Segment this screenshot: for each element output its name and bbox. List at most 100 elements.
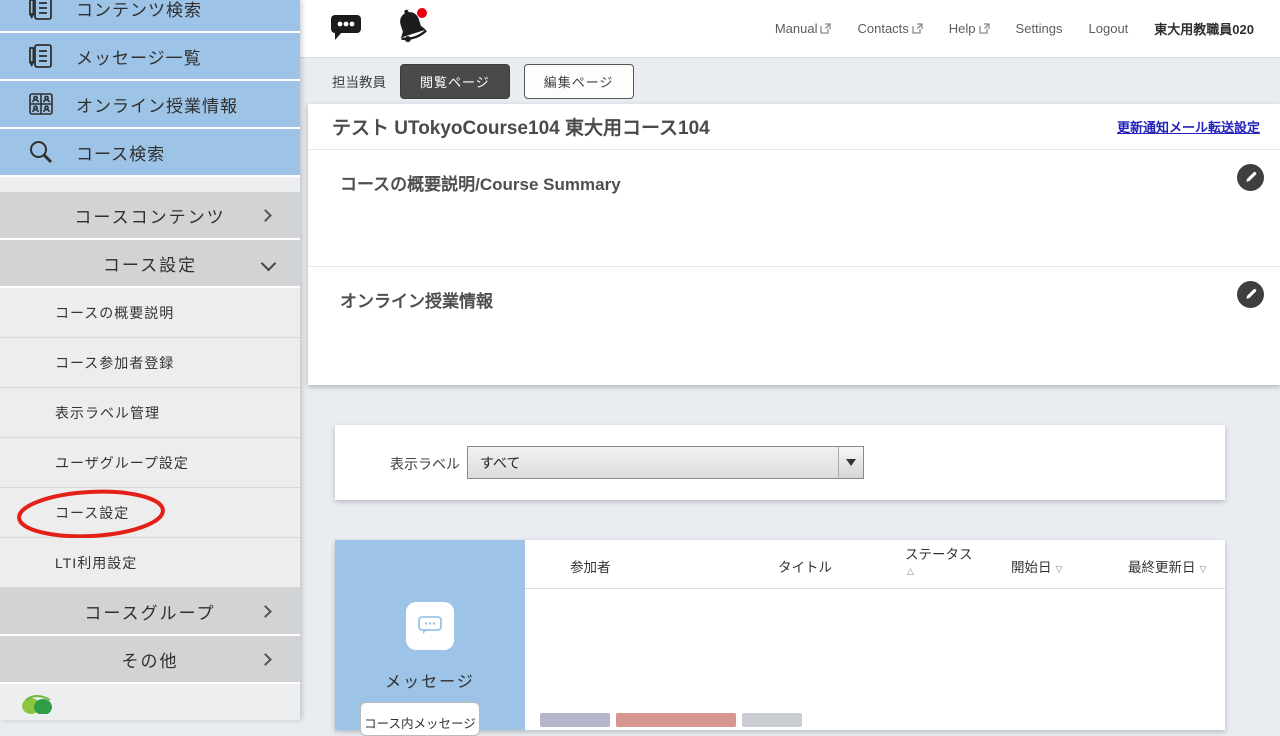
link-label: Contacts	[857, 21, 908, 36]
chevron-down-icon	[261, 256, 277, 272]
sidebar-item-course-search[interactable]: コース検索	[0, 129, 300, 177]
sidebar-item-label: コース検索	[76, 140, 165, 165]
chevron-right-icon	[259, 653, 272, 666]
subitem-label: ユーザグループ設定	[55, 453, 189, 473]
topbar-links: Manual Contacts Help Settings Logout 東大用…	[775, 19, 1280, 38]
course-title: テスト UTokyoCourse104 東大用コース104	[332, 113, 710, 140]
caret-down-icon	[846, 459, 856, 466]
sidebar-item-content-search[interactable]: コンテンツ検索	[0, 0, 300, 33]
subitem-label: LTI利用設定	[55, 553, 137, 573]
current-username: 東大用教職員020	[1154, 19, 1254, 38]
link-label: Manual	[775, 21, 818, 36]
sort-asc-icon[interactable]: △	[907, 564, 973, 578]
manual-link[interactable]: Manual	[775, 21, 832, 36]
sidebar-section-course-contents[interactable]: コースコンテンツ	[0, 192, 300, 240]
display-label-filter-panel: 表示ラベル すべて	[335, 425, 1225, 500]
chevron-right-icon	[259, 209, 272, 222]
course-panel: テスト UTokyoCourse104 東大用コース104 更新通知メール転送設…	[308, 104, 1280, 385]
header-label: 開始日	[1011, 560, 1052, 575]
sidebar-item-label: メッセージ一覧	[76, 44, 202, 69]
sidebar-item-label: オンライン授業情報	[76, 92, 238, 117]
message-table-panel: メッセージ コース内メッセージ 参加者 タイトル ステータス △ 開始日 ▽ 最終…	[335, 540, 1225, 730]
sidebar-subitem-participant-registration[interactable]: コース参加者登録	[0, 338, 300, 388]
online-class-info-heading: オンライン授業情報	[340, 287, 1280, 312]
header-label: 最終更新日	[1128, 560, 1196, 575]
subitem-label: 表示ラベル管理	[55, 403, 160, 423]
clipped-row-artifact	[540, 713, 870, 730]
sidebar-item-label: コンテンツ検索	[76, 0, 202, 21]
sidebar-section-others[interactable]: その他	[0, 636, 300, 684]
table-header-divider	[525, 588, 1225, 589]
document-list-icon	[26, 0, 56, 23]
messages-bubble-icon[interactable]	[328, 9, 364, 48]
participants-grid-icon	[26, 89, 56, 119]
header-label: ステータス	[905, 547, 973, 562]
edit-online-info-button[interactable]	[1237, 281, 1264, 308]
eco-leaf-logo	[16, 692, 62, 714]
search-icon	[26, 137, 56, 167]
sort-desc-icon[interactable]: ▽	[1200, 564, 1207, 574]
chat-bubble-icon	[416, 613, 444, 639]
message-icon-tile	[406, 602, 454, 650]
sidebar-subitem-course-settings[interactable]: コース設定	[0, 488, 300, 538]
notification-dot	[417, 8, 427, 18]
message-category-cell: メッセージ コース内メッセージ	[335, 540, 525, 730]
sidebar-item-message-list[interactable]: メッセージ一覧	[0, 33, 300, 81]
document-list-icon	[26, 41, 56, 71]
section-label: コース設定	[103, 251, 197, 276]
settings-link[interactable]: Settings	[1016, 21, 1063, 36]
help-link[interactable]: Help	[949, 21, 990, 36]
external-link-icon	[820, 23, 831, 34]
link-label: Logout	[1089, 21, 1129, 36]
course-summary-heading: コースの概要説明/Course Summary	[340, 170, 1280, 195]
display-label-caption: 表示ラベル	[390, 454, 460, 474]
sidebar-subitem-lti-settings[interactable]: LTI利用設定	[0, 538, 300, 588]
column-header-title[interactable]: タイトル	[778, 556, 832, 576]
section-label: コースコンテンツ	[74, 203, 225, 228]
page-tabbar: 担当教員 閲覧ページ 編集ページ	[300, 58, 1280, 104]
sidebar-section-course-settings[interactable]: コース設定	[0, 240, 300, 288]
course-message-button[interactable]: コース内メッセージ	[360, 702, 480, 736]
column-header-last-updated[interactable]: 最終更新日 ▽	[1128, 556, 1206, 576]
topbar: Manual Contacts Help Settings Logout 東大用…	[300, 0, 1280, 58]
subitem-label: コース参加者登録	[55, 353, 174, 373]
topbar-icons	[300, 6, 430, 51]
section-label: コースグループ	[84, 599, 215, 624]
sidebar-item-online-class-info[interactable]: オンライン授業情報	[0, 81, 300, 129]
sidebar: コンテンツ検索 メッセージ一覧 オンライン授業情報 コース検索 コースコンテンツ…	[0, 0, 300, 720]
sidebar-footer	[0, 684, 300, 706]
external-link-icon	[979, 23, 990, 34]
external-link-icon	[912, 23, 923, 34]
pencil-icon	[1243, 170, 1258, 185]
view-page-tab[interactable]: 閲覧ページ	[400, 64, 510, 99]
link-label: Help	[949, 21, 976, 36]
contacts-link[interactable]: Contacts	[857, 21, 922, 36]
display-label-select[interactable]: すべて	[467, 446, 864, 479]
update-notification-mail-link[interactable]: 更新通知メール転送設定	[1117, 117, 1260, 136]
sidebar-subitem-course-summary[interactable]: コースの概要説明	[0, 288, 300, 338]
link-label: Settings	[1016, 21, 1063, 36]
select-dropdown-button[interactable]	[838, 447, 863, 478]
subitem-label: コース設定	[55, 503, 129, 523]
sort-desc-icon[interactable]: ▽	[1056, 564, 1063, 574]
main-area: Manual Contacts Help Settings Logout 東大用…	[300, 0, 1280, 720]
sidebar-subitem-display-label-management[interactable]: 表示ラベル管理	[0, 388, 300, 438]
sidebar-section-course-group[interactable]: コースグループ	[0, 588, 300, 636]
message-category-label: メッセージ	[335, 668, 525, 692]
column-header-start-date[interactable]: 開始日 ▽	[1011, 556, 1062, 576]
notifications-bell-icon[interactable]	[392, 6, 430, 51]
sidebar-spacer	[0, 177, 300, 192]
edit-page-tab[interactable]: 編集ページ	[524, 64, 634, 99]
course-summary-section: コースの概要説明/Course Summary	[308, 150, 1280, 267]
course-title-row: テスト UTokyoCourse104 東大用コース104 更新通知メール転送設…	[308, 104, 1280, 150]
pencil-icon	[1243, 287, 1258, 302]
logout-link[interactable]: Logout	[1089, 21, 1129, 36]
sidebar-subitem-user-group-settings[interactable]: ユーザグループ設定	[0, 438, 300, 488]
selected-option: すべて	[468, 453, 838, 473]
role-label: 担当教員	[332, 71, 386, 91]
column-header-status[interactable]: ステータス △	[905, 548, 973, 578]
edit-summary-button[interactable]	[1237, 164, 1264, 191]
column-header-participants[interactable]: 参加者	[570, 556, 611, 576]
subitem-label: コースの概要説明	[55, 303, 174, 323]
online-class-info-section: オンライン授業情報	[308, 267, 1280, 384]
